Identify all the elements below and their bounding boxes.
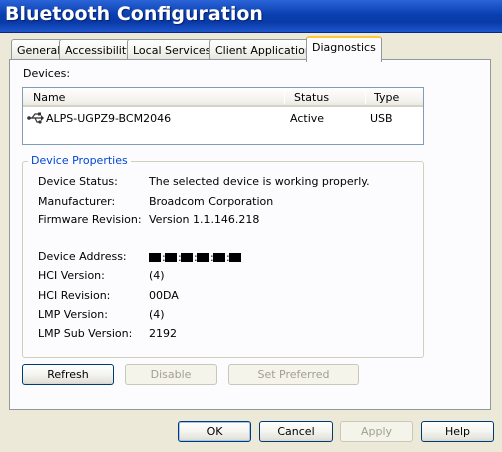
redaction-block (149, 252, 161, 262)
title-bar[interactable]: Bluetooth Configuration (0, 0, 502, 33)
prop-label-firmware-revision: Firmware Revision: (38, 213, 142, 226)
prop-label-lmp-sub-version: LMP Sub Version: (38, 327, 133, 340)
column-header-type[interactable]: Type (366, 88, 399, 106)
prop-label-hci-revision: HCI Revision: (38, 289, 111, 302)
prop-value-firmware-revision: Version 1.1.146.218 (149, 213, 260, 226)
prop-label-manufacturer: Manufacturer: (38, 195, 116, 208)
device-properties-title: Device Properties (28, 154, 131, 167)
devices-list[interactable]: Name Status Type ALPS-UGPZ9-BCM2046 Acti… (22, 87, 424, 145)
column-header-name[interactable]: Name (25, 88, 65, 106)
prop-label-hci-version: HCI Version: (38, 269, 105, 282)
disable-button[interactable]: Disable (125, 364, 217, 385)
prop-value-lmp-version: (4) (149, 308, 165, 321)
device-name: ALPS-UGPZ9-BCM2046 (46, 112, 172, 125)
prop-value-device-status: The selected device is working properly. (149, 175, 370, 188)
redaction-block (165, 252, 177, 262)
device-address-redacted: ::::: (149, 250, 241, 264)
device-properties-group: Device Properties Device Status: The sel… (22, 154, 424, 358)
prop-label-lmp-version: LMP Version: (38, 308, 108, 321)
devices-list-header: Name Status Type (23, 88, 423, 107)
cancel-button[interactable]: Cancel (259, 421, 333, 442)
device-row[interactable]: ALPS-UGPZ9-BCM2046 Active USB (23, 109, 423, 127)
usb-icon (27, 111, 45, 128)
tab-local-services[interactable]: Local Services (127, 39, 218, 60)
redaction-block (213, 252, 225, 262)
address-colon: : (210, 250, 214, 264)
prop-label-device-address: Device Address: (38, 250, 127, 263)
help-button[interactable]: Help (421, 421, 494, 442)
redaction-block (229, 252, 241, 262)
ok-button[interactable]: OK (178, 421, 251, 442)
redaction-block (197, 252, 209, 262)
prop-value-lmp-sub-version: 2192 (149, 327, 177, 340)
tab-diagnostics[interactable]: Diagnostics (306, 36, 382, 62)
devices-label: Devices: (23, 67, 71, 80)
address-colon: : (178, 250, 182, 264)
address-colon: : (226, 250, 230, 264)
prop-label-device-status: Device Status: (38, 175, 118, 188)
apply-button[interactable]: Apply (340, 421, 413, 442)
window-title: Bluetooth Configuration (5, 3, 263, 25)
prop-value-manufacturer: Broadcom Corporation (149, 195, 274, 208)
address-colon: : (194, 250, 198, 264)
refresh-button[interactable]: Refresh (22, 364, 114, 385)
prop-value-hci-revision: 00DA (149, 289, 179, 302)
column-header-status[interactable]: Status (286, 88, 329, 106)
prop-value-hci-version: (4) (149, 269, 165, 282)
address-colon: : (162, 250, 166, 264)
set-preferred-button[interactable]: Set Preferred (228, 364, 359, 385)
device-type: USB (370, 112, 393, 125)
redaction-block (181, 252, 193, 262)
column-separator[interactable] (284, 91, 285, 104)
device-status: Active (290, 112, 325, 125)
